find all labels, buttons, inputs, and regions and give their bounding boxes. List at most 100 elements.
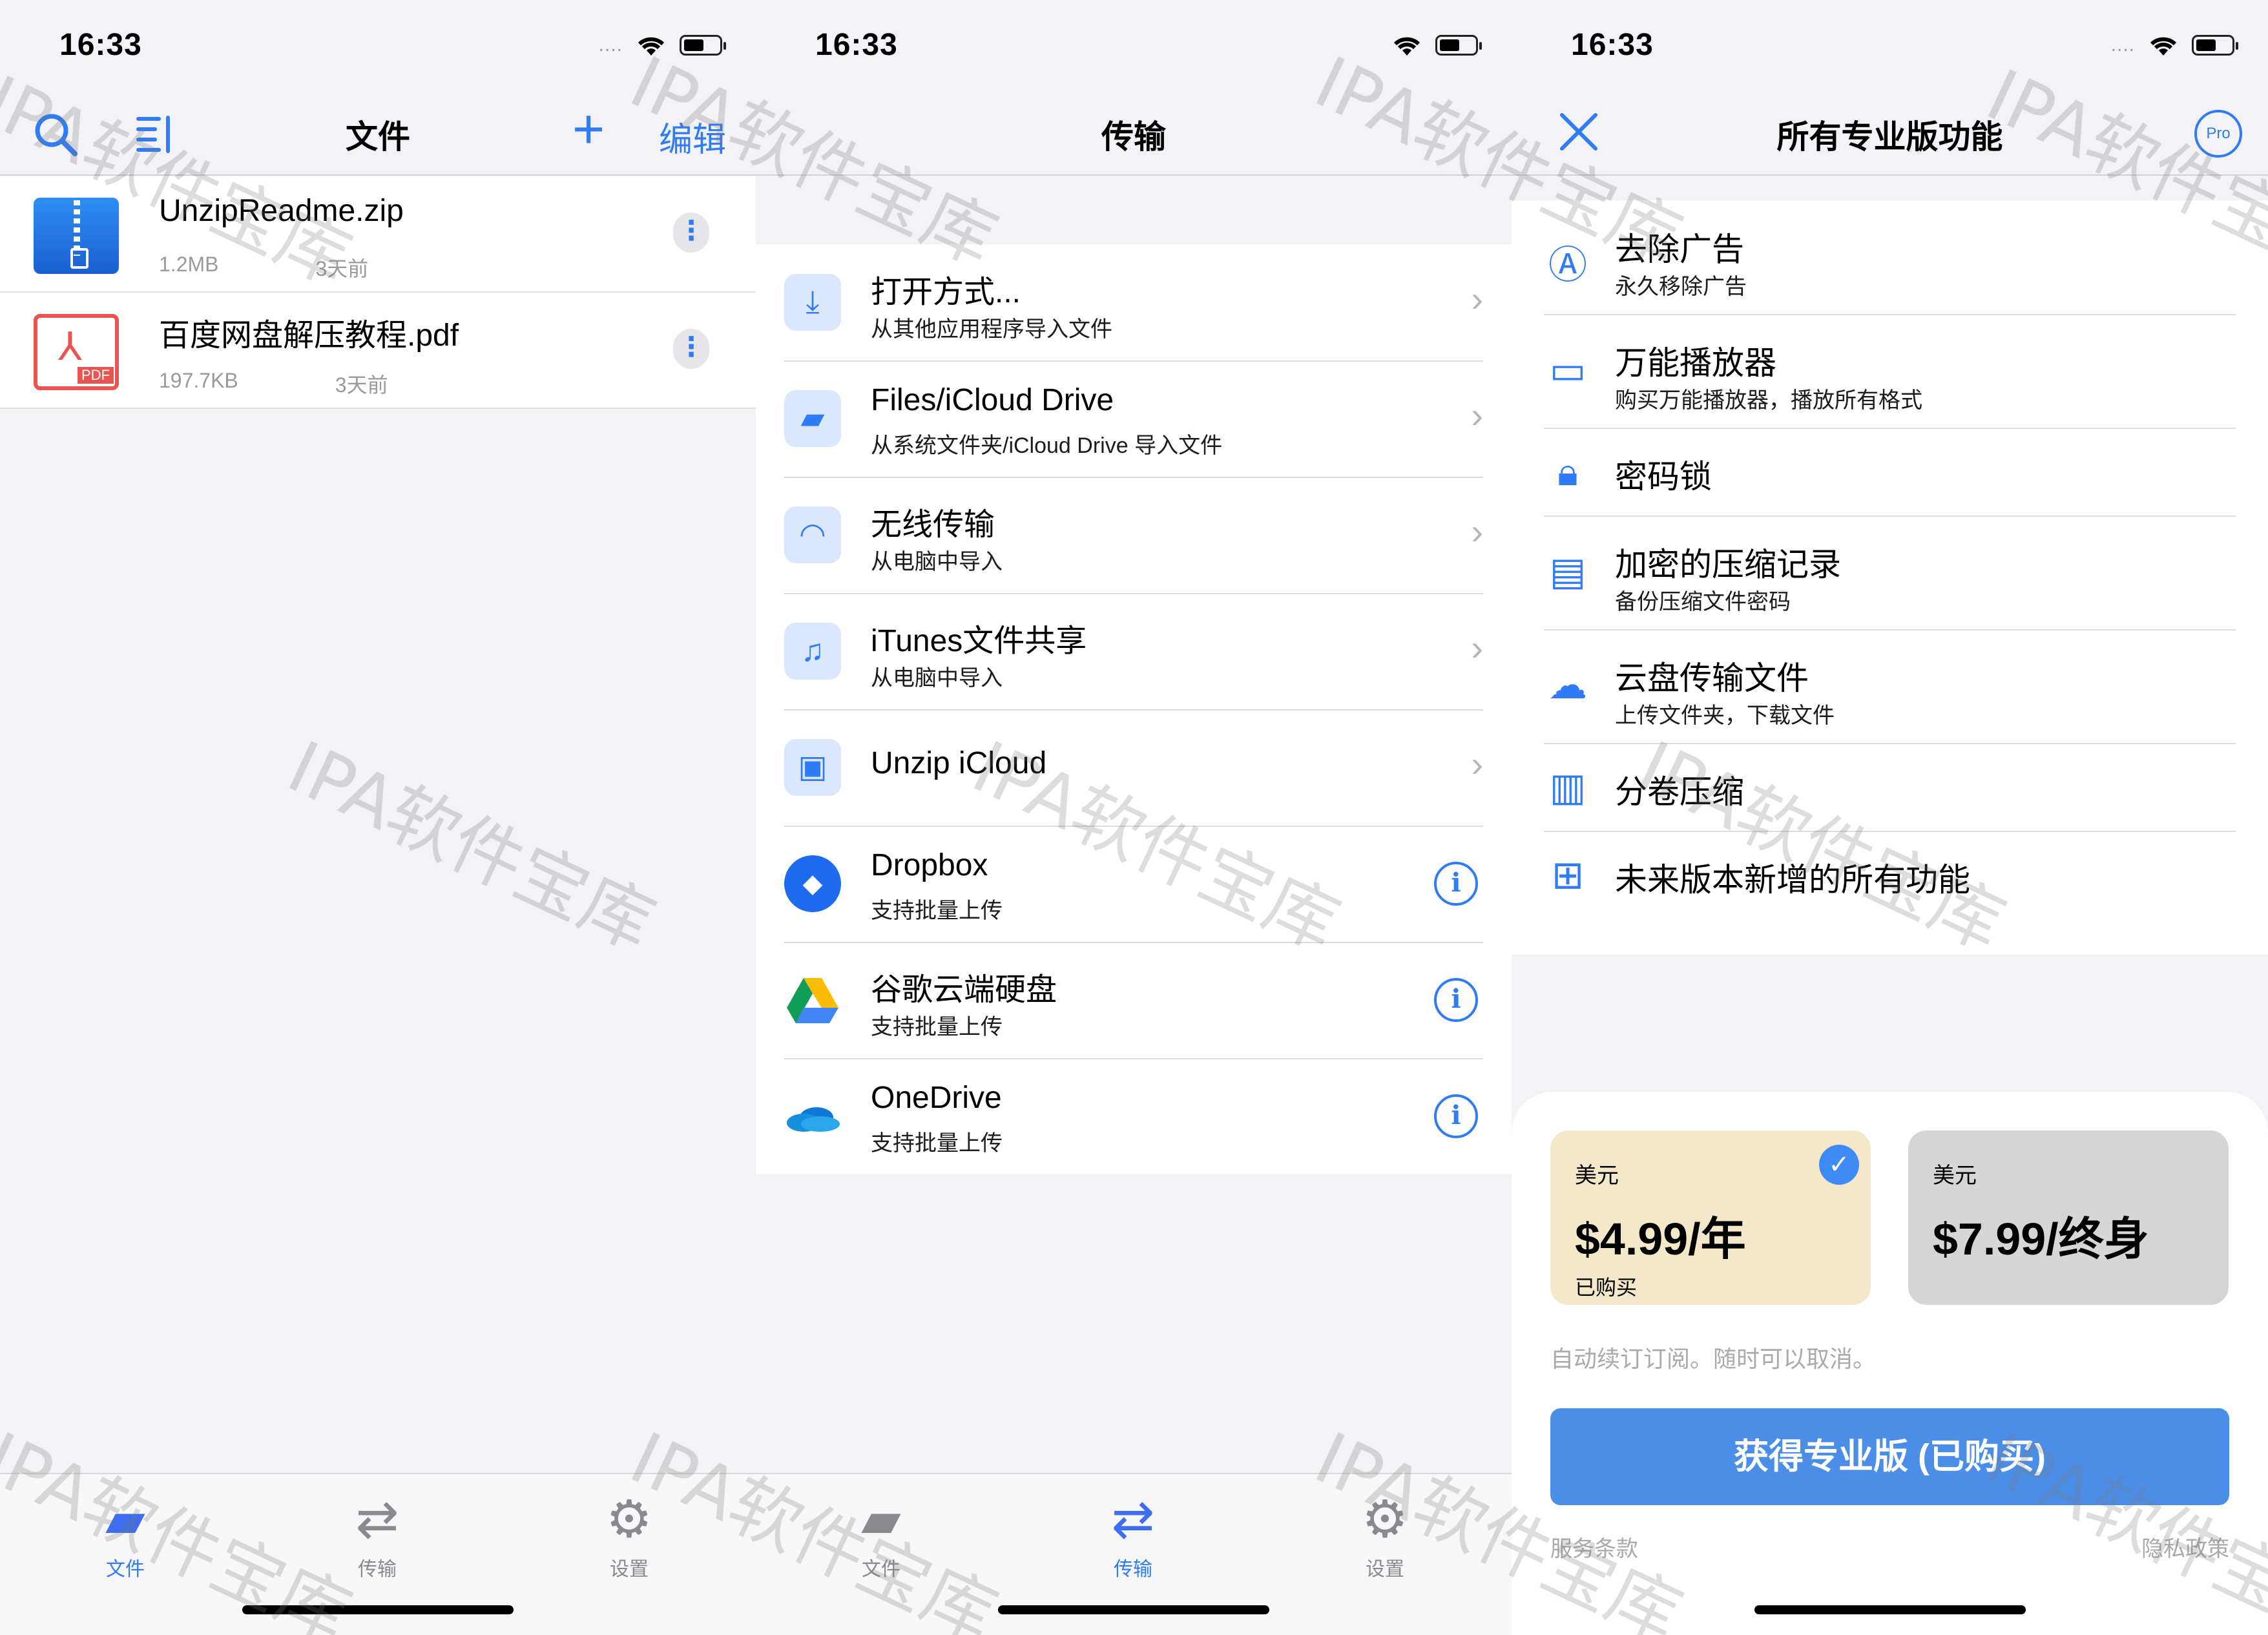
encrypted-record-icon: ▤ <box>1549 550 1587 593</box>
feature-row: ▤ 加密的压缩记录 备份压缩文件密码 <box>1512 515 2268 629</box>
status-bar: 16:33 <box>756 0 1512 97</box>
auto-renew-note: 自动续订订阅。随时可以取消。 <box>1550 1346 1877 1372</box>
file-date: 3天前 <box>335 373 388 397</box>
add-button[interactable]: + <box>572 97 605 161</box>
gear-tab-icon: ⚙ <box>1362 1490 1408 1548</box>
import-icon: ⤓ <box>784 274 841 331</box>
tab-transfer[interactable]: ⇄ 传输 <box>1075 1494 1191 1581</box>
page-title: 文件 <box>346 119 410 155</box>
feature-row: ☁ 云盘传输文件 上传文件夹，下载文件 <box>1512 629 2268 743</box>
folder-tab-icon: ▰ <box>105 1490 145 1548</box>
pro-screen: 16:33 .... 所有专业版功能 Pro Ⓐ 去除广告 永久移除广告 ▭ 万… <box>1512 0 2268 1635</box>
file-meta: 197.7KB 3天前 <box>159 369 388 399</box>
file-list: UnzipReadme.zip 1.2MB 3天前 ⋮ ⅄ PDF 百度网盘解压… <box>0 176 756 409</box>
unzip-icloud-icon: ▣ <box>784 739 841 796</box>
files-navbar: 文件 + 编辑 <box>0 97 756 176</box>
transfer-item-unzip-icloud[interactable]: ▣ Unzip iCloud › <box>756 709 1512 826</box>
plan-status: 已购买 <box>1575 1276 1638 1299</box>
status-time: 16:33 <box>59 28 142 62</box>
plan-currency: 美元 <box>1933 1163 1977 1188</box>
transfer-item-dropbox[interactable]: ◆ Dropbox 支持批量上传 i <box>756 826 1512 942</box>
file-date: 3天前 <box>315 257 369 280</box>
home-indicator <box>1754 1605 2026 1614</box>
tab-files[interactable]: ▰ 文件 <box>67 1494 183 1581</box>
transfer-item-open-with[interactable]: ⤓ 打开方式... 从其他应用程序导入文件 › <box>756 244 1512 360</box>
tab-bar: ▰ 文件 ⇄ 传输 ⚙ 设置 <box>756 1473 1512 1635</box>
transfer-item-google-drive[interactable]: 谷歌云端硬盘 支持批量上传 i <box>756 942 1512 1058</box>
edit-button[interactable]: 编辑 <box>659 112 726 161</box>
chevron-right-icon: › <box>1471 278 1483 319</box>
zip-file-icon <box>34 198 119 274</box>
battery-icon <box>680 35 726 56</box>
terms-link[interactable]: 服务条款 <box>1550 1531 1638 1563</box>
item-title: 无线传输 <box>871 508 995 542</box>
item-subtitle: 从其他应用程序导入文件 <box>871 317 1112 342</box>
tab-transfer[interactable]: ⇄ 传输 <box>319 1494 435 1581</box>
tab-label: 传输 <box>1114 1559 1152 1580</box>
tab-bar: ▰ 文件 ⇄ 传输 ⚙ 设置 <box>0 1473 756 1635</box>
home-indicator <box>998 1605 1269 1614</box>
plan-currency: 美元 <box>1575 1163 1619 1188</box>
feature-subtitle: 上传文件夹，下载文件 <box>1615 703 1835 728</box>
pdf-file-icon: ⅄ PDF <box>34 314 119 390</box>
cloud-transfer-icon: ☁ <box>1548 663 1587 707</box>
item-subtitle: 从系统文件夹/iCloud Drive 导入文件 <box>871 433 1223 458</box>
file-size: 1.2MB <box>159 253 219 276</box>
item-title: Files/iCloud Drive <box>871 383 1114 417</box>
tab-label: 文件 <box>106 1559 145 1580</box>
transfer-list: ⤓ 打开方式... 从其他应用程序导入文件 › ▰ Files/iCloud D… <box>756 244 1512 1174</box>
signal-icon: .... <box>598 34 623 56</box>
privacy-link[interactable]: 隐私政策 <box>2141 1531 2229 1563</box>
tab-settings[interactable]: ⚙ 设置 <box>1327 1494 1443 1581</box>
feature-row: 🔒︎ 密码锁 <box>1512 428 2268 515</box>
more-options-button[interactable]: ⋮ <box>673 329 709 369</box>
transfer-item-onedrive[interactable]: OneDrive 支持批量上传 i <box>756 1058 1512 1174</box>
info-button[interactable]: i <box>1434 862 1478 906</box>
feature-subtitle: 备份压缩文件密码 <box>1615 590 1791 614</box>
tab-files[interactable]: ▰ 文件 <box>823 1494 939 1581</box>
transfer-item-wifi[interactable]: ◠ 无线传输 从电脑中导入 › <box>756 477 1512 593</box>
tab-label: 设置 <box>610 1559 649 1580</box>
feature-title: 加密的压缩记录 <box>1615 547 1841 583</box>
status-bar: 16:33 .... <box>0 0 756 97</box>
lock-icon: 🔒︎ <box>1557 450 1578 494</box>
plan-yearly[interactable]: 美元 $4.99/年 已购买 ✓ <box>1550 1130 1871 1305</box>
restore-purchase-button[interactable]: Pro <box>2194 110 2242 158</box>
volume-split-icon: ▥ <box>1549 765 1587 809</box>
info-button[interactable]: i <box>1434 1094 1478 1138</box>
feature-title: 密码锁 <box>1615 459 1712 495</box>
files-screen: 16:33 .... 文件 + 编辑 UnzipReadme.zip 1.2MB… <box>0 0 756 1635</box>
page-title: 所有专业版功能 <box>1776 119 2003 155</box>
item-title: iTunes文件共享 <box>871 624 1087 658</box>
page-title: 传输 <box>1101 119 1166 155</box>
more-options-button[interactable]: ⋮ <box>673 213 709 253</box>
item-title: OneDrive <box>871 1081 1002 1115</box>
item-subtitle: 从电脑中导入 <box>871 666 1003 691</box>
feature-row: Ⓐ 去除广告 永久移除广告 <box>1512 200 2268 314</box>
item-title: 谷歌云端硬盘 <box>871 973 1057 1007</box>
wifi-transfer-icon: ◠ <box>784 506 841 563</box>
item-subtitle: 支持批量上传 <box>871 899 1003 923</box>
file-row-pdf[interactable]: ⅄ PDF 百度网盘解压教程.pdf 197.7KB 3天前 ⋮ <box>0 293 756 409</box>
status-time: 16:33 <box>1571 28 1654 62</box>
dropbox-icon: ◆ <box>784 855 841 912</box>
plan-lifetime[interactable]: 美元 $7.99/终身 <box>1908 1130 2229 1305</box>
chevron-right-icon: › <box>1471 627 1483 668</box>
signal-icon: .... <box>2110 34 2135 56</box>
transfer-tab-icon: ⇄ <box>355 1490 399 1548</box>
chevron-right-icon: › <box>1471 744 1483 784</box>
no-ads-icon: Ⓐ <box>1548 244 1587 287</box>
tab-settings[interactable]: ⚙ 设置 <box>571 1494 687 1581</box>
info-button[interactable]: i <box>1434 978 1478 1022</box>
file-row-zip[interactable]: UnzipReadme.zip 1.2MB 3天前 ⋮ <box>0 176 756 293</box>
battery-icon <box>2192 35 2238 56</box>
get-pro-button[interactable]: 获得专业版 (已购买) <box>1550 1408 2229 1505</box>
item-subtitle: 从电脑中导入 <box>871 550 1003 574</box>
home-indicator <box>242 1605 514 1614</box>
transfer-item-files-icloud[interactable]: ▰ Files/iCloud Drive 从系统文件夹/iCloud Drive… <box>756 360 1512 477</box>
wifi-icon <box>2150 37 2177 56</box>
checkmark-icon: ✓ <box>1819 1145 1859 1185</box>
transfer-screen: 16:33 传输 ⤓ 打开方式... 从其他应用程序导入文件 › ▰ Files… <box>756 0 1512 1635</box>
transfer-item-itunes[interactable]: ♫ iTunes文件共享 从电脑中导入 › <box>756 593 1512 709</box>
chevron-right-icon: › <box>1471 511 1483 552</box>
